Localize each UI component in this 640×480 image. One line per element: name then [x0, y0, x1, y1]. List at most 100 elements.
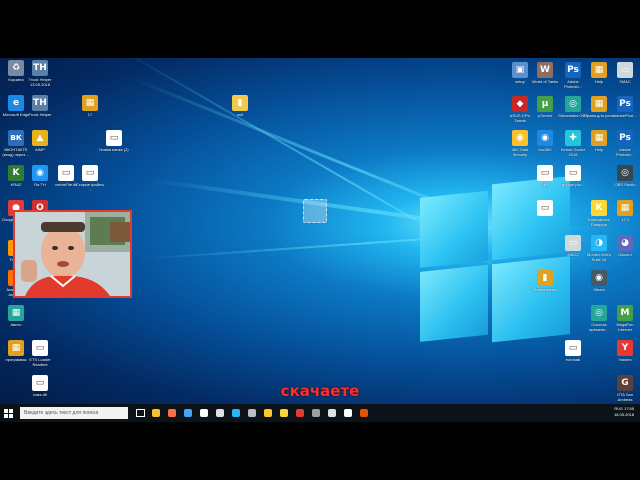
desktop-icon-google-play[interactable]: ▭ google-pla... — [558, 165, 588, 192]
system-tray[interactable]: RUS 17:55 18.05.2018 — [614, 406, 634, 418]
megafon-icon: M — [617, 305, 633, 321]
store-icon — [248, 409, 256, 417]
task-view-icon — [135, 409, 145, 417]
desktop-icon-adobe-photoshop-3[interactable]: Ps Adobe Photosh... — [610, 130, 640, 157]
desktop-icon-label: Truck Helper 13.05.2018 — [28, 77, 52, 87]
new-folder-icon: ▮ — [537, 270, 553, 286]
desktop-icon-truck-helper[interactable]: TH Truck Helper 13.05.2018 — [25, 60, 55, 87]
desktop-icon-file-unit[interactable]: ▮ unit — [225, 95, 255, 122]
app-1-icon — [312, 409, 320, 417]
aimp-icon: ▲ — [32, 130, 48, 146]
kerish-doctor-icon: ✚ — [565, 130, 581, 146]
folder-17-icon: ▦ — [82, 95, 98, 111]
taskbar-app-folder[interactable] — [261, 406, 275, 420]
desktop-icon-label: Старые файлы ... — [75, 182, 105, 192]
desktop-icon-file-doc[interactable]: ▭ — [530, 200, 560, 227]
asus-gpu-tweak-icon: ◆ — [512, 96, 528, 112]
desktop-icon-smac[interactable]: ▭ SMAC — [610, 62, 640, 89]
start-button[interactable] — [1, 406, 15, 420]
desktop-icon-old-files[interactable]: ▭ Старые файлы ... — [75, 165, 105, 192]
tool-1-icon: ▭ — [537, 165, 553, 181]
desktop-icon-ets-loader[interactable]: ▭ ETS Loader Readme — [25, 340, 55, 367]
desktop-icon-new-folder[interactable]: ▮ Новая папка — [530, 270, 560, 297]
setup-icon: ▣ — [512, 62, 528, 78]
desktop-icon-label: eurosab — [565, 357, 581, 362]
vorbis-file-icon: ▭ — [58, 165, 74, 181]
desktop-icon-label: unit — [236, 112, 244, 117]
taskbar-app-firefox[interactable] — [165, 406, 179, 420]
desktop-icon-steam[interactable]: ◉ Steam — [584, 270, 614, 297]
taskbar-app-chrome[interactable] — [149, 406, 163, 420]
desktop-icon-yandex[interactable]: Y Yandex — [610, 340, 640, 367]
truck-helper-icon: TH — [32, 60, 48, 76]
search-placeholder: Введите здесь текст для поиска — [24, 410, 99, 416]
desktop-icon-world-of-tanks[interactable]: W World of Tanks — [530, 62, 560, 89]
desktop-icon-obs-studio[interactable]: ◎ OBS Studio — [610, 165, 640, 192]
truck-helper-2-icon: TH — [32, 95, 48, 111]
adobe-photoshop-icon: Ps — [565, 62, 581, 78]
taskbar-app-mail[interactable] — [213, 406, 227, 420]
desktop-icon-folder-17-2[interactable]: ▦ 17 2 — [610, 200, 640, 227]
streamlabs-obs-icon: ◎ — [565, 96, 581, 112]
desktop-icon-megafon[interactable]: M MegaFon Internet — [610, 305, 640, 332]
kraz-icon: K — [8, 165, 24, 181]
tray-language[interactable]: RUS — [614, 406, 622, 411]
explorer-icon — [200, 409, 208, 417]
kinomania-icon — [280, 409, 288, 417]
desktop-icon-aimp[interactable]: ▲ AIMP — [25, 130, 55, 157]
eurosab-icon: ▭ — [565, 340, 581, 356]
desktop-icon-discord[interactable]: ◕ Discord — [610, 235, 640, 262]
recycle-bin-icon: ♻ — [8, 60, 24, 76]
desktop-icon-label: ETS Loader Readme — [29, 357, 51, 367]
desktop-icon-folder-17[interactable]: ▦ 17 — [75, 95, 105, 122]
new-folder-2-icon: ▭ — [106, 130, 122, 146]
prava-roles-icon: ▦ — [591, 96, 607, 112]
taskbar-app-kinomania[interactable] — [277, 406, 291, 420]
desktop-icon-new-folder-2[interactable]: ▭ Новая папка (2) — [99, 130, 129, 157]
desktop-icon-label: World of Tanks — [531, 79, 559, 84]
desktop-icon-bsc360[interactable]: ◉ bsc360 — [530, 130, 560, 157]
folder-icon — [264, 409, 272, 417]
webcam-overlay — [13, 210, 132, 298]
desktop-icon-truck-helper-2[interactable]: TH Truck Helper — [25, 95, 55, 122]
desktop-icon-label: Steam — [593, 287, 605, 292]
taskbar-app-photos[interactable] — [229, 406, 243, 420]
task-view-button[interactable] — [133, 406, 147, 420]
taskbar-app-explorer[interactable] — [197, 406, 211, 420]
desktop-icon-label: Truck Helper — [28, 112, 52, 117]
tray-time[interactable]: 17:55 — [624, 406, 634, 411]
world-of-tanks-icon: W — [537, 62, 553, 78]
dragged-file-icon[interactable] — [300, 199, 330, 223]
cleaning-icon: ◎ — [591, 305, 607, 321]
programs-icon: ▦ — [8, 340, 24, 356]
desktop-icon-label: AIMP — [35, 147, 45, 152]
taskbar-app-edge[interactable] — [181, 406, 195, 420]
app-2-icon — [328, 409, 336, 417]
desktop-icon-tool-1[interactable]: ▭ hld — [530, 165, 560, 192]
desktop-icon-eurosab[interactable]: ▭ eurosab — [558, 340, 588, 367]
photoshop-icon — [360, 409, 368, 417]
firefox-icon — [168, 409, 176, 417]
taskbar-app-store[interactable] — [245, 406, 259, 420]
taskbar-app-opera[interactable] — [293, 406, 307, 420]
desktop-icon-adobe-photoshop-2[interactable]: Ps AdobePhot... — [610, 96, 640, 123]
folder-17-2-icon: ▦ — [617, 200, 633, 216]
bsc360-icon: ◉ — [537, 130, 553, 146]
desktop-icon-label: MegaFon Internet — [616, 322, 634, 332]
desktop-icon-label: AdobePhot... — [613, 113, 637, 118]
desktop-icon-label: Новая папка (2) — [99, 147, 129, 152]
old-files-icon: ▭ — [82, 165, 98, 181]
taskbar-app-app-1[interactable] — [309, 406, 323, 420]
taskbar-app-obs[interactable] — [341, 406, 355, 420]
desktop-icon-avito[interactable]: ▦ Авито — [1, 305, 31, 332]
pinwheel-icon — [303, 199, 327, 223]
desktop-icon-label — [530, 217, 560, 227]
taskbar-app-app-2[interactable] — [325, 406, 339, 420]
vkontakte-icon: вк — [8, 130, 24, 146]
desktop-icon-label: Discord — [618, 252, 632, 257]
taskbar-search-input[interactable]: Введите здесь текст для поиска — [20, 407, 128, 419]
taskbar-app-photoshop[interactable] — [357, 406, 371, 420]
adobe-photoshop-3-icon: Ps — [617, 130, 633, 146]
desktop-icon-utorrent[interactable]: µ µTorrent — [530, 96, 560, 123]
tray-date[interactable]: 18.05.2018 — [614, 412, 634, 417]
